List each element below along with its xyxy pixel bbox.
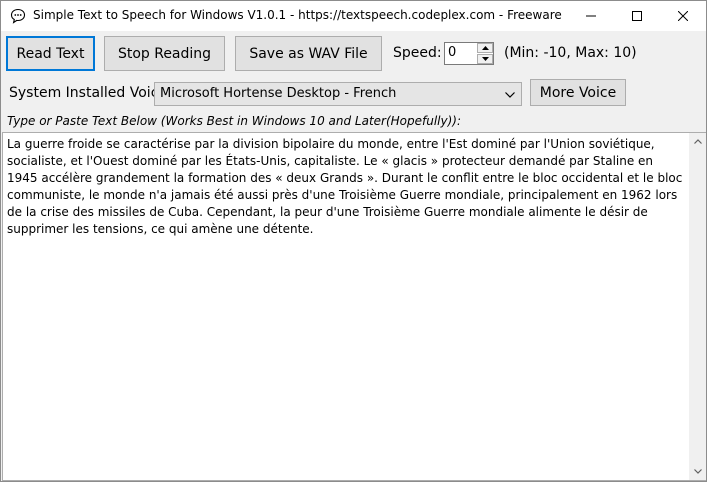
minimize-icon (586, 15, 596, 17)
voice-label: System Installed Voice (9, 85, 168, 101)
chevron-down-icon (693, 469, 702, 474)
scroll-down-button[interactable] (689, 463, 706, 480)
chevron-down-icon[interactable] (503, 88, 517, 102)
save-wav-button[interactable]: Save as WAV File (235, 36, 382, 71)
window-title: Simple Text to Speech for Windows V1.0.1… (33, 8, 562, 22)
text-input-area[interactable]: La guerre froide se caractérise par la d… (2, 132, 706, 481)
speed-label: Speed: (393, 45, 442, 61)
close-icon (678, 11, 688, 21)
speed-increase-button[interactable] (477, 43, 493, 53)
app-window: Simple Text to Speech for Windows V1.0.1… (0, 0, 707, 482)
maximize-icon (632, 11, 642, 21)
voice-select[interactable]: Microsoft Hortense Desktop - French (154, 82, 522, 106)
voice-selected-value: Microsoft Hortense Desktop - French (160, 86, 397, 101)
close-button[interactable] (660, 1, 706, 31)
read-text-button[interactable]: Read Text (6, 36, 95, 71)
triangle-up-icon (481, 46, 489, 50)
speech-bubble-icon (10, 8, 26, 24)
title-bar[interactable]: Simple Text to Speech for Windows V1.0.1… (1, 1, 706, 31)
triangle-down-icon (481, 57, 489, 61)
minimize-button[interactable] (568, 1, 614, 31)
scroll-up-button[interactable] (689, 133, 706, 150)
input-hint: Type or Paste Text Below (Works Best in … (7, 114, 462, 128)
vertical-scrollbar[interactable] (689, 133, 706, 480)
stop-reading-button[interactable]: Stop Reading (104, 36, 225, 71)
more-voice-button[interactable]: More Voice (530, 79, 626, 106)
speed-range-label: (Min: -10, Max: 10) (504, 45, 637, 61)
chevron-up-icon (693, 139, 702, 144)
maximize-button[interactable] (614, 1, 660, 31)
speed-stepper[interactable]: 0 (444, 42, 494, 65)
text-content[interactable]: La guerre froide se caractérise par la d… (7, 136, 683, 238)
speed-value[interactable]: 0 (448, 45, 456, 60)
speed-decrease-button[interactable] (477, 54, 493, 64)
